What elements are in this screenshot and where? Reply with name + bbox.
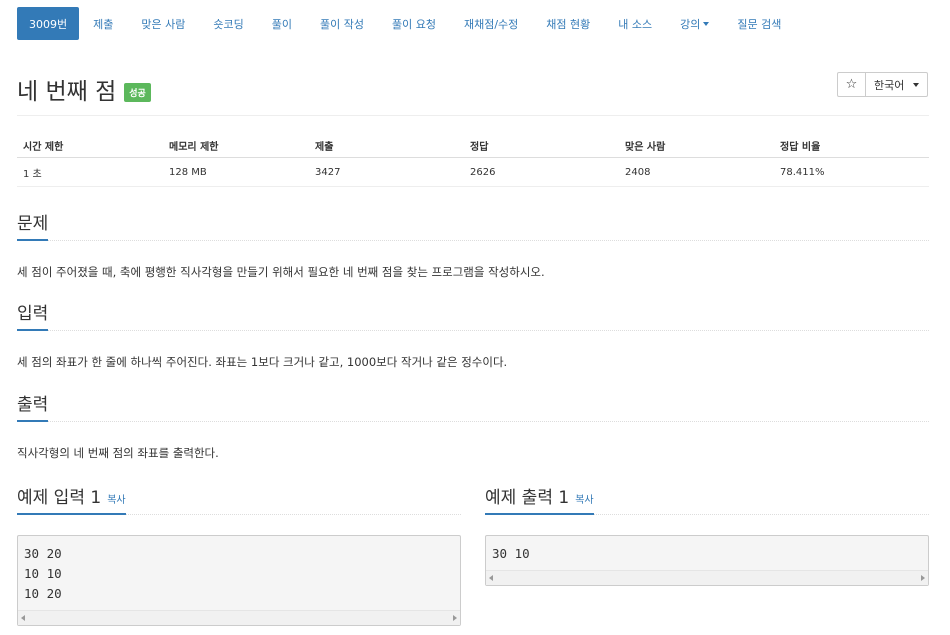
stats-memory-limit: 128 MB xyxy=(163,157,309,187)
tab-write-solution[interactable]: 풀이 작성 xyxy=(306,7,378,40)
scroll-left-icon[interactable] xyxy=(489,575,493,581)
output-section: 출력 직사각형의 네 번째 점의 좌표를 출력한다. xyxy=(17,393,929,461)
stats-accepted: 2626 xyxy=(464,157,619,187)
caret-down-icon xyxy=(703,21,710,26)
problem-section: 문제 세 점이 주어졌을 때, 축에 평행한 직사각형을 만들기 위해서 필요한… xyxy=(17,212,929,280)
copy-input-button[interactable]: 복사 xyxy=(107,495,125,506)
star-button[interactable]: ☆ xyxy=(837,72,866,97)
stats-accepted-users: 2408 xyxy=(619,157,774,187)
tab-accepted-users[interactable]: 맞은 사람 xyxy=(127,7,199,40)
sample-output-heading-wrap: 예제 출력 1 복사 xyxy=(485,483,594,515)
tab-lectures-label: 강의 xyxy=(680,17,701,31)
stats-value-row: 1 초 128 MB 3427 2626 2408 78.411% xyxy=(17,157,929,187)
problem-stats-table: 시간 제한 메모리 제한 제출 정답 맞은 사람 정답 비율 1 초 128 M… xyxy=(17,133,929,187)
sample-output-header: 예제 출력 1 복사 xyxy=(485,483,929,515)
problem-heading: 문제 xyxy=(17,209,49,241)
stats-time-limit: 1 초 xyxy=(17,157,163,187)
input-section-header: 입력 xyxy=(17,302,929,331)
stats-header-accepted-users: 맞은 사람 xyxy=(619,133,774,158)
input-heading: 입력 xyxy=(17,299,49,331)
status-badge: 성공 xyxy=(124,82,151,102)
sample-input-box: 30 20 10 10 10 20 xyxy=(17,535,461,626)
sample-output-text: 30 10 xyxy=(492,546,530,561)
scroll-right-icon[interactable] xyxy=(921,575,925,581)
tab-solutions[interactable]: 풀이 xyxy=(258,7,306,40)
stats-header-time-limit: 시간 제한 xyxy=(17,133,163,158)
tab-problem-number[interactable]: 3009번 xyxy=(17,7,80,40)
problem-title: 네 번째 점 xyxy=(17,79,117,105)
tab-short-coding[interactable]: 숏코딩 xyxy=(199,7,257,40)
problem-title-row: 네 번째 점 성공 xyxy=(17,72,151,106)
stats-header-row: 시간 제한 메모리 제한 제출 정답 맞은 사람 정답 비율 xyxy=(17,133,929,158)
stats-header-ratio: 정답 비율 xyxy=(774,133,929,158)
language-dropdown[interactable]: 한국어 xyxy=(866,72,928,97)
tab-status[interactable]: 채점 현황 xyxy=(532,7,604,40)
horizontal-scrollbar[interactable] xyxy=(18,610,460,625)
title-actions: ☆ 한국어 xyxy=(837,72,928,97)
input-section: 입력 세 점의 좌표가 한 줄에 하나씩 주어진다. 좌표는 1보다 크거나 같… xyxy=(17,302,929,370)
language-label: 한국어 xyxy=(874,78,905,92)
tab-my-source[interactable]: 내 소스 xyxy=(604,7,666,40)
star-icon: ☆ xyxy=(845,77,858,92)
sample-output-section: 예제 출력 1 복사 30 10 xyxy=(485,483,929,586)
problem-description: 세 점이 주어졌을 때, 축에 평행한 직사각형을 만들기 위해서 필요한 네 … xyxy=(17,265,545,279)
stats-header-submissions: 제출 xyxy=(309,133,464,158)
copy-output-button[interactable]: 복사 xyxy=(575,495,593,506)
caret-down-icon xyxy=(913,82,919,87)
sample-input-heading-wrap: 예제 입력 1 복사 xyxy=(17,483,126,515)
sample-output-heading: 예제 출력 1 xyxy=(485,488,570,508)
sample-input-header: 예제 입력 1 복사 xyxy=(17,483,461,515)
tab-question-search[interactable]: 질문 검색 xyxy=(723,7,795,40)
tab-submit[interactable]: 제출 xyxy=(79,7,127,40)
problem-section-header: 문제 xyxy=(17,212,929,241)
stats-ratio: 78.411% xyxy=(774,157,929,187)
sample-output-box: 30 10 xyxy=(485,535,929,586)
sample-input-section: 예제 입력 1 복사 30 20 10 10 10 20 xyxy=(17,483,461,626)
output-heading: 출력 xyxy=(17,390,49,422)
tab-rejudge[interactable]: 재채점/수정 xyxy=(450,7,532,40)
divider xyxy=(17,115,929,116)
input-description: 세 점의 좌표가 한 줄에 하나씩 주어진다. 좌표는 1보다 크거나 같고, … xyxy=(17,355,508,369)
stats-header-memory-limit: 메모리 제한 xyxy=(163,133,309,158)
horizontal-scrollbar[interactable] xyxy=(486,570,928,585)
scroll-right-icon[interactable] xyxy=(453,615,457,621)
stats-submissions: 3427 xyxy=(309,157,464,187)
sample-input-text: 30 20 10 10 10 20 xyxy=(24,546,62,601)
output-description: 직사각형의 네 번째 점의 좌표를 출력한다. xyxy=(17,446,219,460)
stats-header-accepted: 정답 xyxy=(464,133,619,158)
tab-request-solution[interactable]: 풀이 요청 xyxy=(378,7,450,40)
scroll-left-icon[interactable] xyxy=(21,615,25,621)
sample-input-heading: 예제 입력 1 xyxy=(17,488,102,508)
output-section-header: 출력 xyxy=(17,393,929,422)
tab-lectures[interactable]: 강의 xyxy=(666,7,723,40)
problem-nav: 3009번 제출 맞은 사람 숏코딩 풀이 풀이 작성 풀이 요청 재채점/수정… xyxy=(17,7,795,40)
